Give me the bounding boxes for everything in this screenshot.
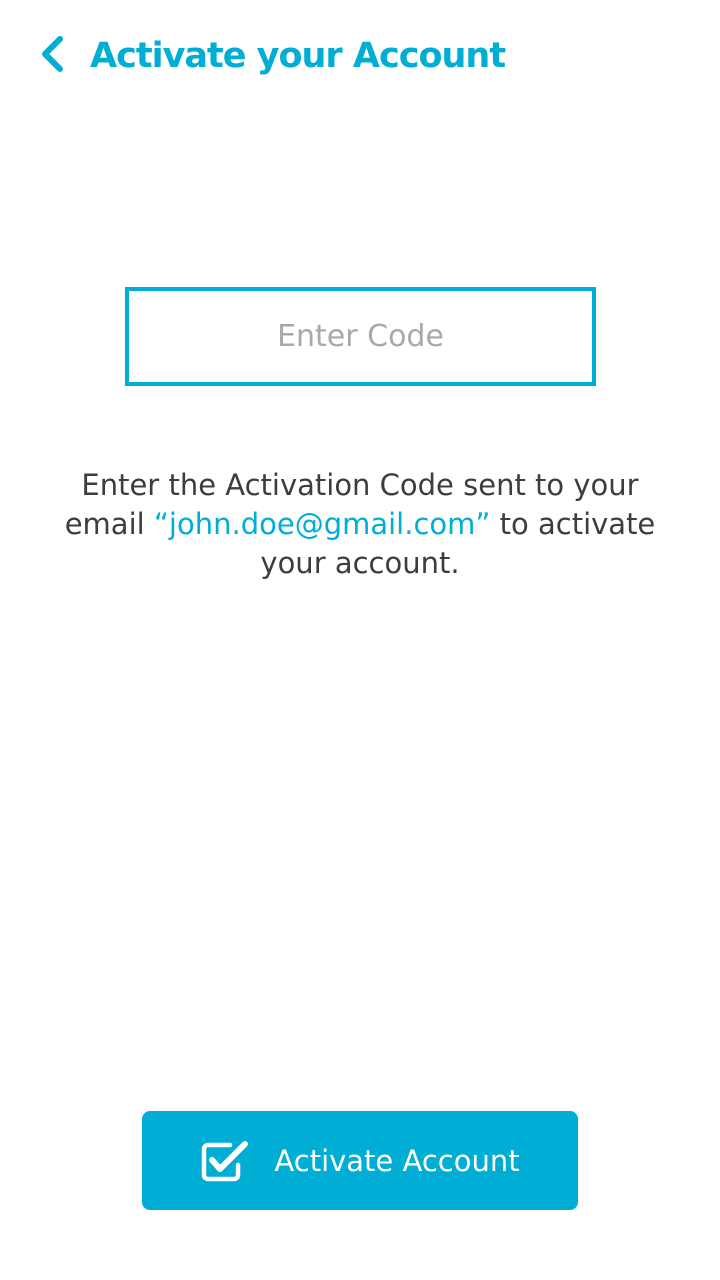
instructions-text: Enter the Activation Code sent to your e… — [40, 466, 680, 583]
checkbox-checked-icon — [200, 1139, 250, 1183]
activate-account-button[interactable]: Activate Account — [142, 1111, 578, 1210]
activation-code-input[interactable] — [125, 287, 596, 386]
back-button[interactable] — [26, 28, 78, 84]
activation-screen: Activate your Account Enter the Activati… — [0, 0, 720, 1280]
email-address: “john.doe@gmail.com” — [153, 507, 491, 541]
chevron-left-icon — [37, 34, 67, 78]
header: Activate your Account — [0, 0, 720, 112]
page-title: Activate your Account — [90, 36, 506, 76]
activate-account-label: Activate Account — [274, 1143, 520, 1178]
